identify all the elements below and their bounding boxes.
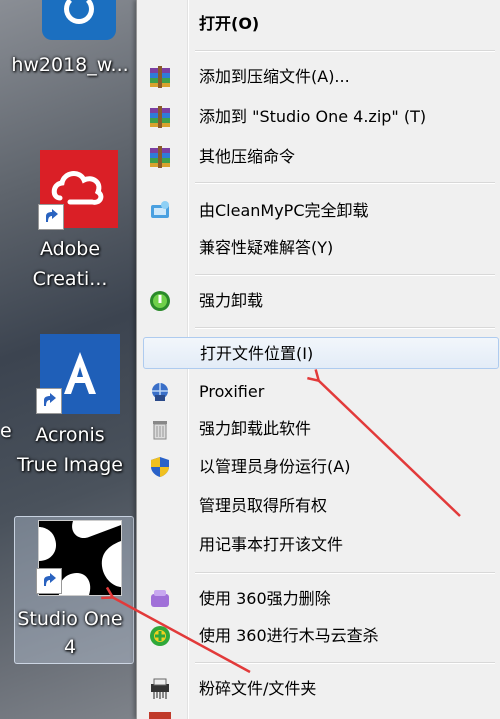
desktop-icon-label-line1: Acronis bbox=[35, 424, 105, 446]
shortcut-arrow-icon bbox=[38, 204, 64, 230]
menu-separator bbox=[195, 572, 495, 574]
menu-separator bbox=[195, 182, 495, 184]
360-scan-icon bbox=[149, 625, 171, 647]
context-menu: 打开(O) 添加到压缩文件(A)... 添加到 "Studio One 4.zi… bbox=[136, 0, 500, 719]
menu-separator bbox=[195, 662, 495, 664]
winrar-icon bbox=[149, 66, 171, 88]
desktop-icon-label-line2: Creati... bbox=[32, 268, 108, 290]
trash-icon bbox=[149, 418, 171, 440]
menu-item-open-with-notepad[interactable]: 用记事本打开该文件 bbox=[137, 529, 500, 561]
desktop-icons: hw2018_w... Adobe Creati... Acronis True… bbox=[0, 0, 140, 719]
menu-item-open-file-location[interactable]: 打开文件位置(I) bbox=[143, 337, 499, 369]
360-delete-icon bbox=[149, 588, 171, 610]
winrar-icon bbox=[149, 106, 171, 128]
partial-label: e bbox=[0, 420, 12, 442]
menu-item-compatibility-troubleshoot[interactable]: 兼容性疑难解答(Y) bbox=[137, 232, 500, 264]
menu-item-cleanmypc-uninstall[interactable]: 由CleanMyPC完全卸载 bbox=[137, 195, 500, 227]
shortcut-arrow-icon bbox=[36, 388, 62, 414]
desktop-icon-label: hw2018_w... bbox=[11, 54, 129, 76]
next-item-icon bbox=[149, 712, 171, 719]
desktop-icon-label-line2: True Image bbox=[17, 454, 123, 476]
menu-item-360-force-delete[interactable]: 使用 360强力删除 bbox=[137, 583, 500, 615]
menu-item-take-ownership[interactable]: 管理员取得所有权 bbox=[137, 490, 500, 522]
menu-separator bbox=[195, 327, 495, 329]
menu-item-360-trojan-scan[interactable]: 使用 360进行木马云查杀 bbox=[137, 620, 500, 652]
menu-item-other-compress[interactable]: 其他压缩命令 bbox=[137, 141, 500, 173]
menu-item-add-to-archive[interactable]: 添加到压缩文件(A)... bbox=[137, 61, 500, 93]
menu-separator bbox=[195, 274, 495, 276]
menu-item-force-uninstall-software[interactable]: 强力卸载此软件 bbox=[137, 413, 500, 445]
proxifier-icon bbox=[149, 381, 171, 403]
winrar-icon bbox=[149, 146, 171, 168]
hw2018-tile bbox=[42, 0, 116, 40]
shortcut-arrow-icon bbox=[36, 568, 62, 594]
cleanmypc-icon bbox=[149, 200, 171, 222]
menu-item-open[interactable]: 打开(O) bbox=[137, 8, 500, 40]
menu-item-proxifier[interactable]: Proxifier bbox=[137, 376, 500, 408]
shredder-icon bbox=[149, 678, 171, 700]
menu-item-shred-files[interactable]: 粉碎文件/文件夹 bbox=[137, 673, 500, 705]
desktop-icon-label-line1: Studio One bbox=[17, 608, 123, 630]
uninstall-icon bbox=[149, 290, 171, 312]
shield-icon bbox=[149, 456, 171, 478]
desktop-icon-label-line1: Adobe bbox=[39, 238, 101, 260]
menu-separator bbox=[195, 50, 495, 52]
menu-item-force-uninstall[interactable]: 强力卸载 bbox=[137, 285, 500, 317]
desktop-icon-label-line2: 4 bbox=[63, 636, 77, 658]
menu-item-add-to-zip[interactable]: 添加到 "Studio One 4.zip" (T) bbox=[137, 101, 500, 133]
menu-item-run-as-admin[interactable]: 以管理员身份运行(A) bbox=[137, 451, 500, 483]
